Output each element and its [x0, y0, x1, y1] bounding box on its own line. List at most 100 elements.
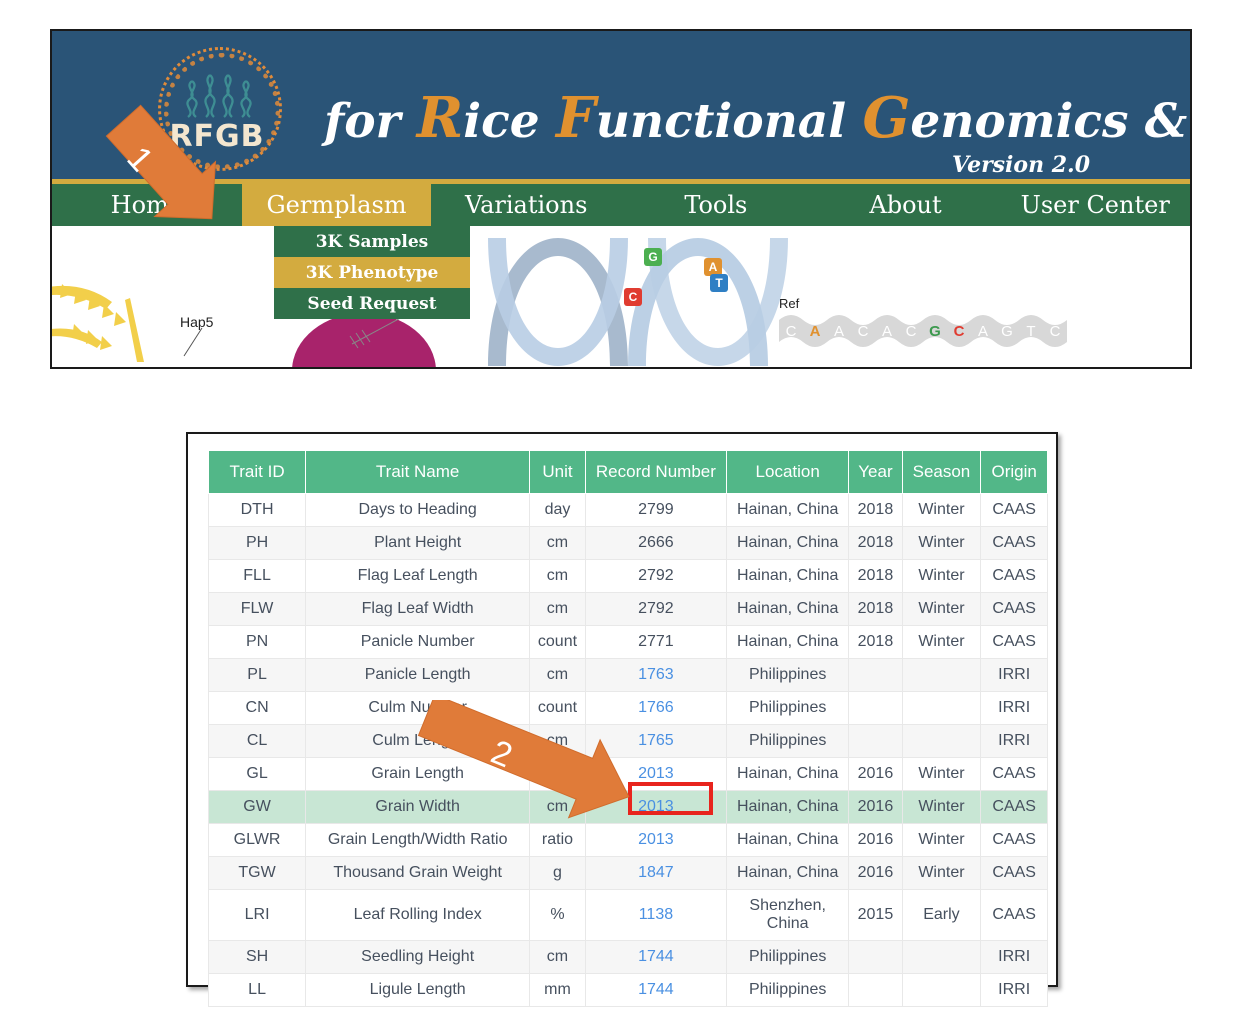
cell-season: Winter [901, 625, 982, 659]
cell-season: Winter [901, 823, 982, 857]
cell-trait_id: FLL [207, 559, 307, 593]
cell-trait_id: PH [207, 526, 307, 560]
record-number-link[interactable]: 1847 [638, 864, 674, 881]
cell-location: Philippines [726, 658, 850, 692]
cell-season [901, 658, 982, 692]
cell-location: Hainan, China [726, 493, 850, 527]
dropdown-item-3k-samples[interactable]: 3K Samples [274, 226, 470, 257]
cell-season: Winter [901, 526, 982, 560]
column-header-trait-id[interactable]: Trait ID [207, 450, 307, 494]
banner-title-part-3: F [556, 85, 596, 151]
cell-trait_id: GW [207, 790, 307, 824]
table-row[interactable]: PL Panicle Length cm 1763 Philippines IRRI [207, 658, 1048, 692]
table-row[interactable]: FLW Flag Leaf Width cm 2792 Hainan, China 201… [207, 592, 1048, 626]
cell-origin: CAAS [980, 790, 1048, 824]
cell-trait_name: Flag Leaf Length [305, 559, 531, 593]
cell-trait_id: GLWR [207, 823, 307, 857]
cell-location: Hainan, China [726, 592, 850, 626]
nav-item-tools[interactable]: Tools [621, 184, 811, 226]
column-header-season[interactable]: Season [901, 450, 982, 494]
cell-location: Hainan, China [726, 757, 850, 791]
cell-record_number[interactable]: 1744 [584, 973, 728, 1007]
germplasm-dropdown-menu: 3K Samples 3K Phenotype Seed Request [274, 226, 470, 319]
column-header-trait-name[interactable]: Trait Name [305, 450, 531, 494]
cell-location: Shenzhen, China [726, 889, 850, 941]
table-row[interactable]: DTH Days to Heading day 2799 Hainan, China 20… [207, 493, 1048, 527]
cell-season [901, 973, 982, 1007]
cell-season: Early [901, 889, 982, 941]
cell-origin: CAAS [980, 526, 1048, 560]
cell-record_number[interactable]: 1763 [584, 658, 728, 692]
cell-location: Hainan, China [726, 856, 850, 890]
table-row[interactable]: LRI Leaf Rolling Index% 1138 Shenzhen, Chin… [207, 889, 1048, 941]
banner-title-part-2: ice [463, 94, 556, 149]
banner-title-part-1: R [416, 85, 464, 151]
cell-unit: g [529, 856, 586, 890]
table-row[interactable]: TGW Thousand Grain Weight g 1847 Hainan, Chi… [207, 856, 1048, 890]
cell-trait_id: GL [207, 757, 307, 791]
table-row[interactable]: PN Panicle Number count 2771 Hainan, China 20… [207, 625, 1048, 659]
column-header-year[interactable]: Year [848, 450, 903, 494]
cell-origin: CAAS [980, 493, 1048, 527]
hap5-label: Hap5 [180, 314, 214, 330]
column-header-location[interactable]: Location [726, 450, 850, 494]
dropdown-item-seed-request[interactable]: Seed Request [274, 288, 470, 319]
cell-year: 2018 [848, 526, 903, 560]
cell-trait_name: Ligule Length [305, 973, 531, 1007]
column-header-unit[interactable]: Unit [529, 450, 586, 494]
cell-trait_id: LRI [207, 889, 307, 941]
record-number-link[interactable]: 1763 [638, 666, 674, 683]
cell-trait_name: Flag Leaf Width [305, 592, 531, 626]
cell-record_number[interactable]: 2013 [584, 823, 728, 857]
ref-base-8: A [977, 322, 988, 340]
cell-trait_id: DTH [207, 493, 307, 527]
cell-unit: mm [529, 973, 586, 1007]
cell-unit: % [529, 889, 586, 941]
column-header-record-number[interactable]: Record Number [584, 450, 728, 494]
table-row[interactable]: FLL Flag Leaf Length cm 2792 Hainan, China 20… [207, 559, 1048, 593]
ref-base-6: G [929, 322, 941, 340]
dropdown-item-3k-phenotype[interactable]: 3K Phenotype [274, 257, 470, 288]
cell-record_number[interactable]: 1847 [584, 856, 728, 890]
cell-origin: IRRI [980, 940, 1048, 974]
ref-base-2: A [833, 322, 844, 340]
table-row[interactable]: LL Ligule Length mm 1744 Philippines IRRI [207, 973, 1048, 1007]
cell-record_number: 2792 [584, 559, 728, 593]
nav-item-about[interactable]: About [811, 184, 1001, 226]
cell-unit: cm [529, 658, 586, 692]
nav-item-user-center[interactable]: User Center [1000, 184, 1190, 226]
ref-base-3: C [857, 322, 869, 340]
table-row[interactable]: PH Plant Height cm 2666 Hainan, China 2018 Win… [207, 526, 1048, 560]
table-row[interactable]: GLWR Grain Length/Width Ratio ratio 2013 Hai… [207, 823, 1048, 857]
table-row[interactable]: SH Seedling Height cm 1744 Philippines IRRI [207, 940, 1048, 974]
record-number-link[interactable]: 1744 [638, 948, 674, 965]
cell-unit: cm [529, 592, 586, 626]
cell-record_number: 2792 [584, 592, 728, 626]
cell-unit: cm [529, 940, 586, 974]
cell-origin: IRRI [980, 691, 1048, 725]
nav-item-germplasm[interactable]: Germplasm [241, 184, 432, 226]
record-number-link[interactable]: 1138 [639, 906, 673, 923]
ref-base-10: T [1026, 322, 1036, 340]
cell-year [848, 940, 903, 974]
record-number-link[interactable]: 2013 [638, 831, 674, 848]
record-number-link[interactable]: 1744 [638, 981, 674, 998]
cell-location: Hainan, China [726, 625, 850, 659]
cell-origin: CAAS [980, 559, 1048, 593]
cell-trait_name: Thousand Grain Weight [305, 856, 531, 890]
cell-record_number[interactable]: 1744 [584, 940, 728, 974]
cell-location: Hainan, China [726, 823, 850, 857]
cell-year: 2018 [848, 592, 903, 626]
cell-location: Hainan, China [726, 526, 850, 560]
nav-item-variations[interactable]: Variations [431, 184, 621, 226]
cell-year: 2016 [848, 757, 903, 791]
ref-base-5: C [905, 322, 917, 340]
cell-trait_name: Seedling Height [305, 940, 531, 974]
cell-year [848, 724, 903, 758]
cell-trait_id: TGW [207, 856, 307, 890]
column-header-origin[interactable]: Origin [980, 450, 1048, 494]
cell-season: Winter [901, 592, 982, 626]
cell-record_number[interactable]: 1138 [584, 889, 728, 941]
cell-record_number: 2771 [584, 625, 728, 659]
table-header-row: Trait ID Trait Name Unit Record Number Locat… [207, 450, 1048, 494]
